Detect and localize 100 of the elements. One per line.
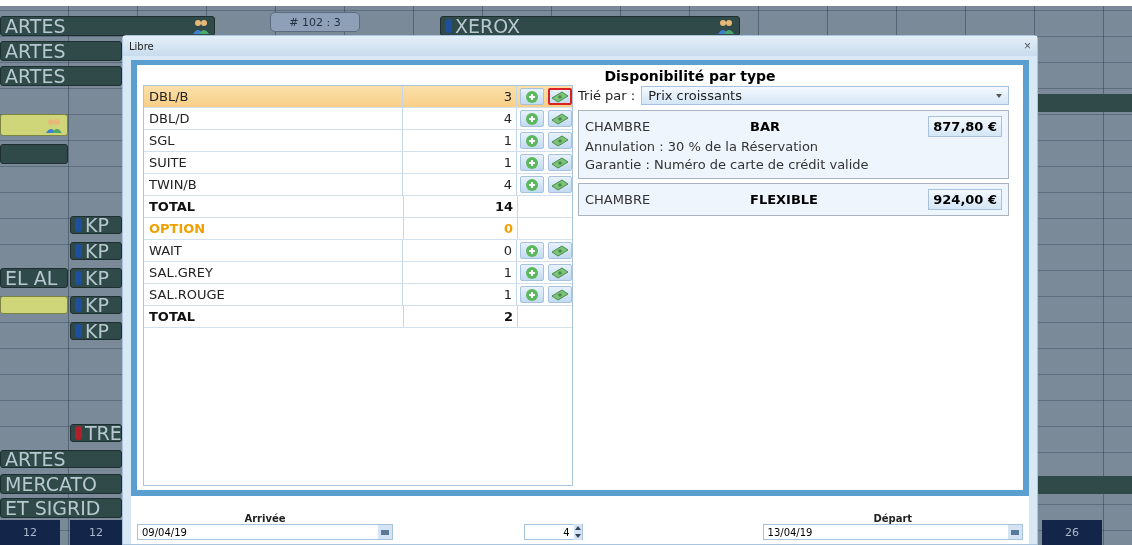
plus-icon [525, 155, 539, 170]
rate-button[interactable] [548, 88, 572, 105]
booking-bar[interactable]: KP [70, 322, 122, 340]
rate-button[interactable] [548, 264, 572, 281]
plus-icon [525, 89, 539, 104]
rate-name: FLEXIBLE [750, 192, 819, 207]
booking-bar[interactable]: MERCATO [0, 474, 122, 494]
rate-button[interactable] [548, 154, 572, 171]
table-cell: 1 [403, 130, 517, 151]
booking-bar[interactable]: KP [70, 242, 122, 260]
calendar-icon[interactable] [1008, 525, 1022, 539]
booking-bar[interactable]: ARTES [0, 66, 122, 86]
day-number: 26 [1042, 520, 1102, 545]
booking-bar[interactable]: XEROX [440, 16, 740, 36]
table-cell: 2 [404, 306, 518, 327]
room-row[interactable]: SAL.GREY 1 [144, 262, 572, 284]
add-button[interactable] [520, 264, 544, 281]
table-cell: SAL.ROUGE [144, 284, 404, 305]
room-row[interactable]: DBL/B 3 [144, 86, 572, 108]
banknote-icon [551, 134, 569, 147]
booking-bar[interactable]: EL AL [0, 268, 68, 288]
booking-bar[interactable]: KP [70, 296, 122, 314]
table-cell: TOTAL [144, 196, 404, 217]
banknote-icon [551, 178, 569, 191]
booking-label: KP [85, 323, 109, 339]
table-cell: 1 [403, 284, 517, 305]
table-cell: 4 [403, 174, 517, 195]
booking-bar[interactable]: KP [70, 216, 122, 234]
table-cell: WAIT [144, 240, 404, 261]
people-icon [191, 18, 211, 34]
rate-button[interactable] [548, 176, 572, 193]
nights-spinner[interactable]: 4 [523, 524, 583, 540]
add-button[interactable] [520, 286, 544, 303]
booking-label: # 102 : 3 [289, 15, 341, 29]
rate-button[interactable] [548, 242, 572, 259]
table-cell: 1 [403, 262, 517, 283]
table-cell: SAL.GREY [144, 262, 404, 283]
rate-condition: Garantie : Numéro de carte de crédit valide [585, 156, 870, 174]
add-button[interactable] [520, 110, 544, 127]
rate-condition: Annulation : 30 % de la Réservation [585, 138, 820, 156]
room-row[interactable]: TOTAL 2 [144, 306, 572, 328]
plus-icon [525, 265, 539, 280]
room-row[interactable]: SUITE 1 [144, 152, 572, 174]
booking-label: EL AL [5, 269, 58, 287]
booking-bar[interactable]: ARTES [0, 41, 122, 61]
add-button[interactable] [520, 132, 544, 149]
booking-bar[interactable]: KP [70, 268, 122, 288]
booking-label: TRE [85, 425, 121, 441]
booking-bar[interactable] [0, 296, 68, 314]
room-label: CHAMBRE [585, 192, 652, 207]
rate-card[interactable]: CHAMBRE FLEXIBLE 924,00 € [578, 183, 1009, 216]
sort-label: Trié par : [578, 88, 636, 103]
booking-bar[interactable] [0, 144, 68, 164]
table-cell: TWIN/B [144, 174, 404, 195]
date-field[interactable]: 09/04/19 [137, 524, 393, 540]
add-button[interactable] [520, 154, 544, 171]
booking-label: KP [85, 269, 109, 287]
table-cell: OPTION [144, 218, 404, 239]
stepper-icon[interactable] [573, 524, 582, 540]
rate-card[interactable]: CHAMBRE BAR 877,80 € Annulation : 30 % de la Réservation Garantie : Numéro de carte de crédit valide [578, 110, 1009, 179]
caret-icon [996, 93, 1002, 98]
room-row[interactable]: TWIN/B 4 [144, 174, 572, 196]
room-row[interactable]: DBL/D 4 [144, 108, 572, 130]
room-row[interactable]: TOTAL 14 [144, 196, 572, 218]
room-row[interactable]: SGL 1 [144, 130, 572, 152]
booking-bar[interactable]: TRE [70, 424, 122, 442]
sort-dropdown[interactable]: Prix croissants [641, 86, 1009, 105]
rate-button[interactable] [548, 110, 572, 127]
window-title: Libre [129, 40, 154, 52]
table-cell: TOTAL [144, 306, 404, 327]
add-button[interactable] [520, 88, 544, 105]
add-button[interactable] [520, 242, 544, 259]
room-row[interactable]: WAIT 0 [144, 240, 572, 262]
booking-label: ARTES [5, 67, 66, 85]
room-badge[interactable]: # 102 : 3 [270, 12, 360, 32]
table-cell: 0 [404, 218, 518, 239]
booking-label: KP [85, 297, 109, 313]
booking-label: ARTES [5, 42, 66, 60]
people-icon [44, 117, 64, 133]
banknote-icon [551, 112, 569, 125]
add-button[interactable] [520, 176, 544, 193]
booking-label: XEROX [455, 17, 520, 35]
booking-label: KP [85, 217, 109, 233]
date-field[interactable]: 13/04/19 [762, 524, 1023, 540]
booking-bar[interactable]: ET SIGRID [0, 498, 122, 518]
people-icon [716, 18, 736, 34]
rate-button[interactable] [548, 286, 572, 303]
booking-bar[interactable] [0, 114, 68, 136]
close-button[interactable]: × [1024, 39, 1031, 53]
plus-icon [525, 133, 539, 148]
room-row[interactable]: SAL.ROUGE 1 [144, 284, 572, 306]
rate-button[interactable] [548, 132, 572, 149]
table-cell: 4 [403, 108, 517, 129]
booking-bar[interactable]: ARTES [0, 450, 122, 468]
field-label: Départ [873, 513, 913, 524]
booking-label: MERCATO [5, 475, 97, 493]
booking-bar[interactable]: ARTES [0, 16, 215, 36]
plus-icon [525, 111, 539, 126]
plus-icon [525, 243, 539, 258]
calendar-icon[interactable] [377, 525, 392, 539]
